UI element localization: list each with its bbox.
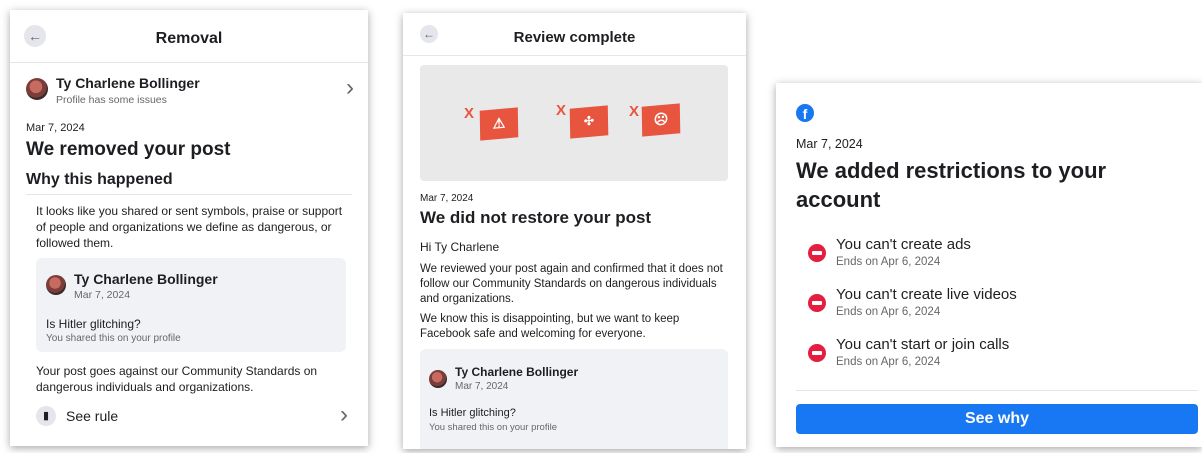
post-shared-note: You shared this on your profile [429,422,557,433]
restriction-title: You can't create ads [836,236,971,253]
divider [26,194,352,195]
restrictions-panel: f Mar 7, 2024 We added restrictions to y… [776,83,1202,447]
restriction-end-date: Ends on Apr 6, 2024 [836,356,941,368]
post-text: Is Hitler glitching? [46,317,141,331]
avatar [46,275,66,295]
x-mark: X [464,105,475,122]
post-date: Mar 7, 2024 [74,289,131,301]
divider [796,390,1198,391]
avatar [429,370,447,388]
review-heading: We did not restore your post [420,208,652,227]
review-paragraph-1: We reviewed your post again and confirme… [420,263,723,305]
post-author: Ty Charlene Bollinger [455,365,579,379]
review-header: ← Review complete [403,13,746,56]
profile-status: Profile has some issues [56,94,167,106]
restricted-icon [808,244,826,262]
page-title: Review complete [513,29,636,46]
restrictions-heading: We added restrictions to your account [796,158,1107,212]
post-author: Ty Charlene Bollinger [74,271,218,287]
restricted-icon [808,344,826,362]
restriction-end-date: Ends on Apr 6, 2024 [836,306,941,318]
post-card[interactable]: Ty Charlene Bollinger Mar 7, 2024 Is Hit… [36,258,346,352]
post-text: Is Hitler glitching? [429,407,516,419]
restriction-end-date: Ends on Apr 6, 2024 [836,256,941,268]
review-date: Mar 7, 2024 [420,193,474,204]
profile-row[interactable]: Ty Charlene Bollinger Profile has some i… [10,70,368,112]
removal-heading: We removed your post [26,139,231,160]
avatar [26,78,48,100]
removal-panel: ← Removal Ty Charlene Bollinger Profile … [10,10,368,446]
restrictions-date: Mar 7, 2024 [796,137,863,151]
x-mark: X [629,103,640,120]
symbol-flag-icon: ✣ [569,105,609,139]
restricted-icon [808,294,826,312]
post-date: Mar 7, 2024 [455,381,509,392]
removal-date: Mar 7, 2024 [26,122,85,134]
post-shared-note: You shared this on your profile [46,333,181,344]
sad-face-flag-icon: ☹ [641,103,681,137]
review-illustration: X ⚠ X ✣ X ☹ [420,65,728,181]
rule-book-icon: ▮ [36,406,56,426]
against-standards-text: Your post goes against our Community Sta… [36,364,318,394]
review-panel: ← Review complete X ⚠ X ✣ X ☹ Mar 7, 202… [403,13,746,449]
restriction-title: You can't start or join calls [836,336,1010,353]
see-why-button[interactable]: See why [796,404,1198,434]
post-card[interactable]: Ty Charlene Bollinger Mar 7, 2024 Is Hit… [420,349,728,449]
x-mark: X [556,102,567,119]
review-paragraph-2: We know this is disappointing, but we wa… [420,313,680,340]
why-heading: Why this happened [26,171,173,188]
warning-flag-icon: ⚠ [479,107,519,141]
profile-name: Ty Charlene Bollinger [56,75,200,91]
chevron-right-icon: › [346,74,354,101]
why-text: It looks like you shared or sent symbols… [36,204,343,250]
chevron-right-icon: › [340,401,348,428]
removal-header: ← Removal [10,10,368,63]
see-rule-label: See rule [66,408,119,424]
page-title: Removal [155,30,223,47]
see-rule-row[interactable]: ▮ See rule › [36,401,354,431]
facebook-logo-icon: f [796,104,814,122]
restriction-title: You can't create live videos [836,286,1017,303]
greeting: Hi Ty Charlene [420,240,500,254]
